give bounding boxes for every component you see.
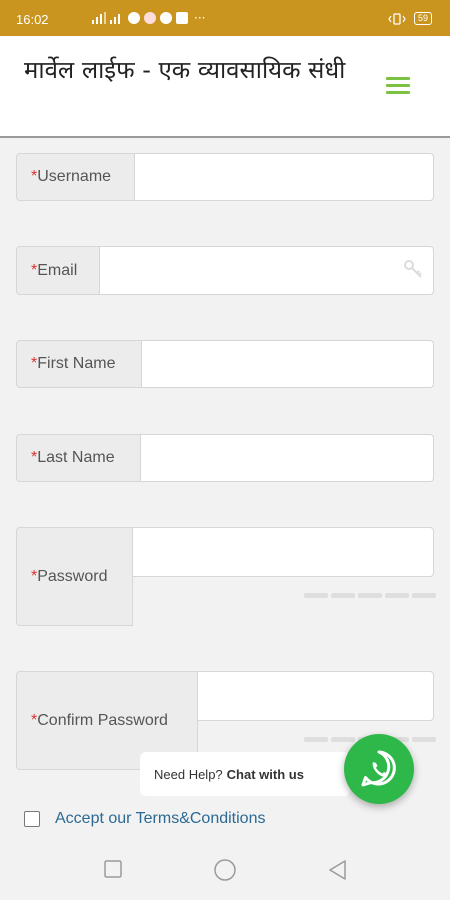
confirm-password-input[interactable] xyxy=(198,671,434,721)
whatsapp-chat-button[interactable] xyxy=(344,734,414,804)
autofill-key-icon[interactable] xyxy=(402,258,424,280)
terms-link[interactable]: Accept our Terms&Conditions xyxy=(55,810,265,828)
last-name-field: * Last Name xyxy=(16,434,434,482)
app-header: मार्वेल लाईफ - एक व्यावसायिक संधी xyxy=(0,36,450,138)
status-time: 16:02 xyxy=(16,12,49,27)
app-notification-icon xyxy=(160,12,172,24)
username-input[interactable] xyxy=(135,153,434,201)
back-button[interactable] xyxy=(328,860,346,880)
whatsapp-icon xyxy=(361,750,396,787)
hamburger-menu-icon[interactable] xyxy=(386,76,410,96)
username-field: * Username xyxy=(16,153,434,201)
status-notification-icons: ··· xyxy=(92,11,205,25)
recent-apps-button[interactable] xyxy=(104,860,122,878)
whatsapp-notification-icon xyxy=(128,12,140,24)
message-notification-icon xyxy=(176,12,188,24)
first-name-input[interactable] xyxy=(142,340,434,388)
email-label: * Email xyxy=(16,246,100,295)
password-field: * Password xyxy=(16,527,436,626)
battery-indicator: 59 xyxy=(413,12,432,25)
email-input[interactable] xyxy=(100,246,434,295)
status-right: 59 xyxy=(388,12,432,25)
terms-row: Accept our Terms&Conditions xyxy=(24,810,265,828)
home-button[interactable] xyxy=(214,859,236,881)
signal-icon xyxy=(92,12,106,24)
chat-help-prompt: Need Help? xyxy=(154,766,223,782)
first-name-label: * First Name xyxy=(16,340,142,388)
more-notifications-icon: ··· xyxy=(194,11,206,25)
signal-2-icon xyxy=(110,12,124,24)
last-name-input[interactable] xyxy=(141,434,434,482)
email-field: * Email xyxy=(16,246,434,295)
username-label: * Username xyxy=(16,153,135,201)
vibrate-icon xyxy=(388,12,406,25)
password-strength-meter xyxy=(304,593,436,598)
chat-help-bubble[interactable]: Need Help? Chat with us xyxy=(140,752,350,796)
password-label: * Password xyxy=(16,527,133,626)
password-input[interactable] xyxy=(133,527,434,577)
first-name-field: * First Name xyxy=(16,340,434,388)
chat-help-action: Chat with us xyxy=(226,766,304,782)
terms-checkbox[interactable] xyxy=(24,811,40,827)
system-nav-bar xyxy=(0,844,450,900)
last-name-label: * Last Name xyxy=(16,434,141,482)
page-title: मार्वेल लाईफ - एक व्यावसायिक संधी xyxy=(24,56,346,84)
status-bar: 16:02 ··· 59 xyxy=(0,0,450,36)
jio-icon xyxy=(144,12,156,24)
